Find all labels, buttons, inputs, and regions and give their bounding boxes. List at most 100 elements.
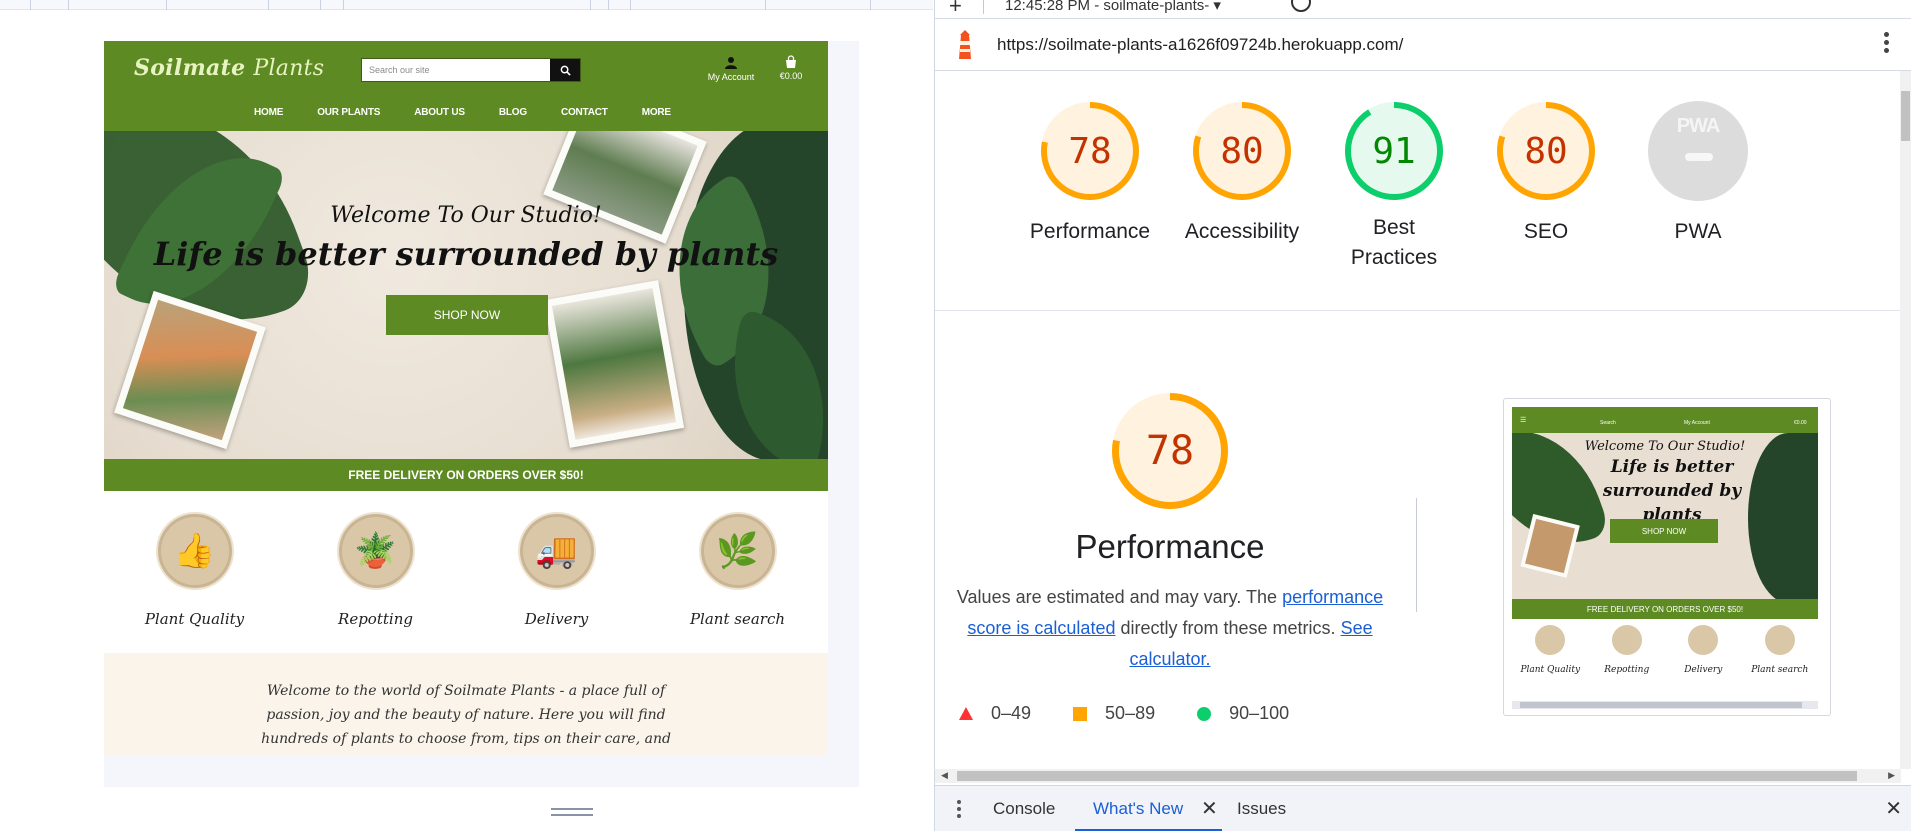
nav-item-our-plants[interactable]: OUR PLANTS (300, 107, 397, 118)
thumb-scrollbar (1512, 701, 1818, 709)
nav-item-home[interactable]: HOME (237, 107, 300, 118)
drawer-menu-icon[interactable] (957, 800, 962, 821)
feature-label: Repotting (338, 610, 413, 628)
score-legend: 0–49 50–89 90–100 (959, 703, 1331, 724)
shopping-bag-icon (786, 55, 796, 68)
scroll-right-arrow-icon[interactable]: ▶ (1888, 770, 1895, 781)
legend-range: 50–89 (1105, 703, 1156, 723)
section-divider (1416, 498, 1417, 612)
performance-description: Values are estimated and may vary. The p… (955, 582, 1385, 675)
legend-range: 90–100 (1229, 703, 1290, 723)
gauge-best-practices[interactable]: 91 Best Practices (1319, 101, 1469, 273)
tab-whats-new[interactable]: What's New (1093, 799, 1183, 819)
site-logo[interactable]: Soilmate Plants (134, 55, 324, 81)
thumb-hero-kicker: Welcome To Our Studio! (1584, 439, 1746, 454)
legend-item-average: 50–89 (1073, 703, 1155, 724)
green-circle-icon (1197, 706, 1212, 721)
pwa-badge-text: PWA (1676, 115, 1721, 137)
legend-item-fail: 0–49 (959, 703, 1031, 724)
orange-square-icon (1073, 706, 1088, 721)
tab-issues[interactable]: Issues (1237, 799, 1286, 819)
thumb-bag-total: €0.00 (1794, 420, 1807, 426)
thumb-promo-banner: FREE DELIVERY ON ORDERS OVER $50! (1512, 599, 1818, 619)
gauge-ring: 80 (1496, 101, 1596, 201)
site-header: Soilmate Plants Search our site My Accou… (104, 41, 828, 131)
nav-item-more[interactable]: MORE (625, 107, 688, 118)
pwa-badge-bar (1685, 153, 1713, 161)
performance-score-value: 78 (1145, 428, 1195, 474)
feature-plant-search[interactable]: 🌿 Plant search (647, 491, 828, 653)
devtools-lighthouse-pane: + 12:45:28 PM - soilmate-plants- ▾ https… (934, 0, 1911, 831)
hero-banner: Welcome To Our Studio! Life is better su… (104, 131, 828, 459)
feature-delivery[interactable]: 🚚 Delivery (466, 491, 647, 653)
performance-section-title: Performance (1075, 528, 1265, 565)
gauge-label: SEO (1523, 220, 1569, 243)
report-selector[interactable]: 12:45:28 PM - soilmate-plants- ▾ (1005, 0, 1221, 14)
close-tab-icon[interactable]: ✕ (1201, 796, 1218, 821)
gauge-seo[interactable]: 80 SEO (1471, 101, 1621, 247)
main-navigation: HOME OUR PLANTS ABOUT US BLOG CONTACT MO… (237, 107, 688, 118)
free-delivery-banner: FREE DELIVERY ON ORDERS OVER $50! (104, 459, 828, 491)
gauge-label: PWA (1674, 220, 1722, 243)
lighthouse-icon (959, 30, 971, 59)
final-screenshot-thumbnail[interactable]: ☰ Search My Account €0.00 Welcome To Our… (1503, 398, 1831, 716)
thumb-feature: Delivery (1665, 621, 1742, 675)
thumbs-up-icon: 👍 (173, 532, 216, 570)
toolbar-separator (983, 0, 984, 14)
scrollbar-thumb[interactable] (1901, 91, 1910, 141)
my-account-label: My Account (707, 72, 755, 82)
feature-plant-quality[interactable]: 👍 Plant Quality (104, 491, 285, 653)
feature-label: Plant Quality (144, 610, 245, 628)
shopping-bag-link[interactable]: €0.00 (774, 55, 808, 81)
thumb-shop-button: SHOP NOW (1610, 519, 1718, 543)
gauge-score: 80 (1220, 130, 1264, 172)
vertical-scrollbar[interactable] (1900, 71, 1911, 769)
site-search-input[interactable]: Search our site (362, 59, 550, 81)
performance-desc-prefix: Values are estimated and may vary. The (956, 587, 1278, 607)
gauge-label: Best Practices (1350, 216, 1438, 269)
legend-range: 0–49 (991, 703, 1032, 723)
report-url: https://soilmate-plants-a1626f09724b.her… (997, 35, 1404, 54)
clear-reports-icon[interactable] (1291, 0, 1311, 12)
pwa-badge-icon: PWA (1648, 101, 1748, 201)
nav-item-blog[interactable]: BLOG (482, 107, 544, 118)
gauge-label: Accessibility (1184, 220, 1300, 243)
feature-circle: 🪴 (336, 512, 415, 590)
potted-plant-icon: 🪴 (354, 532, 397, 570)
performance-desc-middle: directly from these metrics. (1120, 618, 1336, 638)
more-options-icon[interactable] (1884, 32, 1890, 56)
welcome-text: Welcome to the world of Soilmate Plants … (261, 683, 671, 747)
gauge-performance[interactable]: 78 Performance (1015, 101, 1165, 247)
viewport-height-resize-handle[interactable] (551, 808, 593, 816)
shop-now-button[interactable]: SHOP NOW (386, 295, 548, 335)
scroll-left-arrow-icon[interactable]: ◀ (941, 770, 948, 781)
search-icon (560, 65, 571, 76)
site-search-form: Search our site (361, 58, 581, 82)
gauge-accessibility[interactable]: 80 Accessibility (1167, 101, 1317, 247)
scrollbar-thumb[interactable] (957, 771, 1857, 781)
palm-leaf-icon: 🌿 (716, 532, 759, 570)
feature-repotting[interactable]: 🪴 Repotting (285, 491, 466, 653)
site-search-button[interactable] (550, 59, 580, 81)
welcome-section: Welcome to the world of Soilmate Plants … (104, 653, 828, 755)
gauge-pwa[interactable]: PWA PWA (1623, 101, 1773, 247)
nav-item-about-us[interactable]: ABOUT US (397, 107, 482, 118)
gauge-score: 91 (1372, 130, 1416, 172)
thumb-search-label: Search (1600, 420, 1616, 426)
legend-item-pass: 90–100 (1197, 703, 1289, 724)
screen: Soilmate Plants Search our site My Accou… (0, 0, 1911, 831)
tab-console[interactable]: Console (993, 799, 1055, 819)
report-url-bar: https://soilmate-plants-a1626f09724b.her… (935, 19, 1911, 71)
report-selector-bar: + 12:45:28 PM - soilmate-plants- ▾ (935, 0, 1911, 19)
gauge-score: 80 (1524, 130, 1568, 172)
gauge-ring: 80 (1192, 101, 1292, 201)
horizontal-scrollbar[interactable]: ◀ ▶ (935, 769, 1901, 783)
close-drawer-icon[interactable]: ✕ (1885, 796, 1902, 821)
my-account-link[interactable]: My Account (701, 56, 761, 82)
thumb-hero-title: Life is better surrounded by plants (1602, 457, 1742, 525)
new-report-icon[interactable]: + (949, 0, 962, 19)
gauge-score: 78 (1068, 130, 1112, 172)
thumb-account-label: My Account (1684, 420, 1710, 426)
nav-item-contact[interactable]: CONTACT (544, 107, 625, 118)
device-viewport: Soilmate Plants Search our site My Accou… (104, 41, 958, 825)
